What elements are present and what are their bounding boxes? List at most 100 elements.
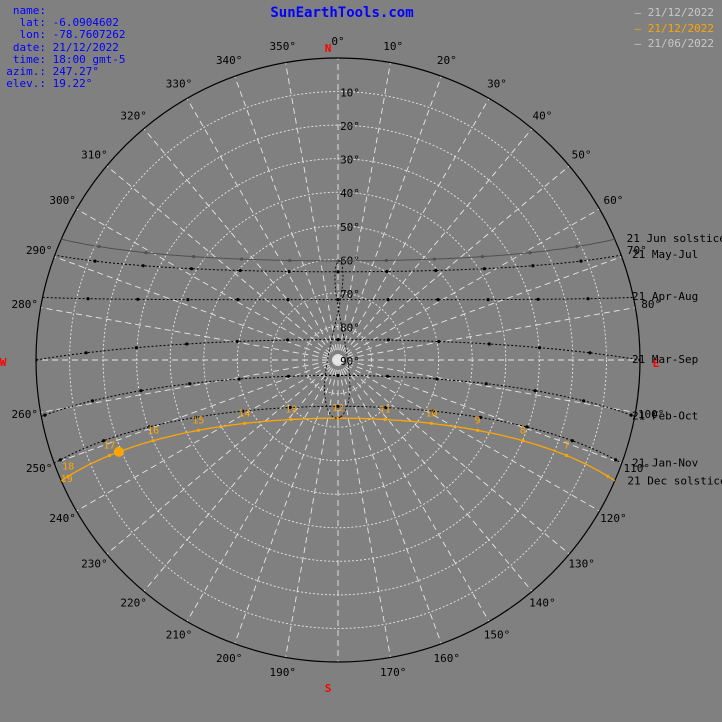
azimuth-tick-label: 160° bbox=[434, 652, 461, 665]
azimuth-tick-label: 10° bbox=[383, 40, 403, 53]
hour-marker bbox=[289, 417, 293, 422]
hour-marker bbox=[437, 339, 441, 344]
hour-label: 8 bbox=[520, 426, 526, 437]
hour-label: 15 bbox=[192, 415, 204, 426]
hour-marker bbox=[565, 453, 569, 458]
azimuth-tick-label: 220° bbox=[120, 597, 147, 610]
azimuth-tick-label: 120° bbox=[600, 512, 627, 525]
hour-marker bbox=[531, 264, 535, 268]
azimuth-tick-label: 310° bbox=[81, 149, 108, 162]
location-info-panel: name: lat: -6.0904602 lon: -78.7607262 d… bbox=[4, 4, 126, 90]
hour-marker bbox=[93, 259, 97, 263]
legend-label: 21/12/2022 bbox=[647, 6, 714, 19]
elevation-tick-label: 50° bbox=[340, 221, 360, 234]
hour-marker bbox=[476, 428, 480, 432]
hour-marker bbox=[97, 245, 101, 249]
info-key: date: bbox=[12, 40, 46, 54]
elevation-tick-label: 20° bbox=[340, 120, 360, 133]
hour-marker bbox=[237, 377, 241, 381]
hour-marker bbox=[486, 298, 490, 302]
hour-marker bbox=[286, 298, 290, 302]
hour-marker bbox=[236, 298, 240, 302]
legend-entry-3: – 21/06/2022 bbox=[634, 37, 714, 50]
legend-entry-1: – 21/12/2022 bbox=[634, 6, 714, 19]
west-label: W bbox=[0, 356, 7, 369]
hour-marker bbox=[480, 255, 484, 259]
hour-marker bbox=[240, 257, 244, 261]
elevation-tick-label: 30° bbox=[340, 154, 360, 167]
hour-marker bbox=[107, 453, 111, 458]
hour-label: 11 bbox=[379, 405, 391, 416]
hour-marker bbox=[134, 346, 138, 350]
info-key: lon: bbox=[19, 28, 47, 42]
date-legend: – 21/12/2022 – 21/12/2022 – 21/06/2022 bbox=[635, 5, 714, 52]
hour-marker bbox=[436, 298, 440, 302]
hour-marker bbox=[435, 377, 439, 381]
azimuth-tick-label: 330° bbox=[166, 78, 193, 91]
azimuth-tick-label: 320° bbox=[120, 109, 147, 122]
azimuth-tick-label: 60° bbox=[603, 194, 623, 207]
azimuth-tick-label: 20° bbox=[437, 54, 457, 67]
hour-label: 14 bbox=[238, 408, 250, 419]
azimuth-tick-label: 140° bbox=[529, 597, 556, 610]
hour-marker bbox=[287, 269, 291, 274]
hour-marker bbox=[136, 297, 140, 301]
hour-marker bbox=[286, 338, 290, 342]
hour-marker bbox=[144, 251, 148, 255]
hour-marker bbox=[286, 374, 291, 378]
hour-marker bbox=[429, 421, 434, 425]
hour-label: 7 bbox=[564, 441, 570, 452]
elevation-tick-label: 70° bbox=[340, 288, 360, 301]
hour-marker bbox=[186, 298, 190, 302]
azimuth-tick-label: 230° bbox=[81, 557, 108, 570]
azimuth-tick-label: 250° bbox=[26, 462, 53, 475]
sun-path-label: 21 Apr-Aug bbox=[632, 290, 698, 303]
legend-label: 21/06/2022 bbox=[647, 37, 714, 50]
info-row-elevation: elev.: 19.22° bbox=[4, 78, 125, 90]
hour-label: 12 bbox=[332, 403, 344, 414]
sun-path-label: 21 Mar-Sep bbox=[632, 353, 698, 366]
azimuth-spoke bbox=[106, 359, 339, 555]
info-value: 19.22° bbox=[52, 77, 93, 91]
sun-path-label: 21 Feb-Oct bbox=[632, 409, 698, 422]
hour-marker bbox=[614, 458, 618, 462]
hour-marker bbox=[533, 389, 537, 393]
elevation-tick-label: 10° bbox=[340, 87, 360, 100]
hour-marker bbox=[86, 297, 90, 301]
azimuth-spoke bbox=[337, 76, 442, 361]
hour-marker bbox=[288, 258, 292, 263]
azimuth-spoke bbox=[337, 359, 533, 592]
hour-label: 16 bbox=[147, 426, 159, 437]
hour-marker bbox=[189, 267, 194, 271]
azimuth-tick-label: 130° bbox=[568, 557, 595, 570]
hour-label: 10 bbox=[425, 408, 437, 419]
info-value: -6.0904602 bbox=[52, 16, 119, 30]
hour-marker bbox=[385, 269, 389, 274]
azimuth-tick-label: 150° bbox=[484, 628, 511, 641]
hour-marker bbox=[386, 338, 390, 342]
hour-marker bbox=[528, 251, 532, 255]
south-label: S bbox=[325, 682, 332, 695]
elevation-tick-label: 40° bbox=[340, 187, 360, 200]
azimuth-spoke bbox=[337, 359, 442, 644]
hour-marker bbox=[336, 270, 340, 274]
hour-label: 17 bbox=[103, 441, 115, 452]
legend-label: 21/12/2022 bbox=[647, 21, 714, 35]
hour-marker bbox=[588, 351, 592, 355]
azimuth-tick-label: 210° bbox=[166, 628, 193, 641]
sun-path-label: 21 Jun solstice bbox=[627, 232, 722, 245]
north-label: N bbox=[325, 42, 332, 55]
hour-marker bbox=[487, 342, 491, 346]
azimuth-tick-label: 340° bbox=[216, 54, 243, 67]
info-key: elev.: bbox=[6, 77, 46, 91]
hour-marker bbox=[185, 342, 189, 346]
hour-marker bbox=[188, 382, 192, 386]
hour-label: 13 bbox=[285, 405, 297, 416]
info-value: -78.7607262 bbox=[52, 28, 126, 42]
hour-marker bbox=[383, 417, 387, 422]
hour-marker bbox=[536, 297, 540, 301]
azimuth-tick-label: 290° bbox=[26, 244, 53, 257]
azimuth-tick-label: 350° bbox=[270, 40, 297, 53]
hour-marker bbox=[570, 439, 574, 443]
hour-marker bbox=[484, 382, 488, 386]
